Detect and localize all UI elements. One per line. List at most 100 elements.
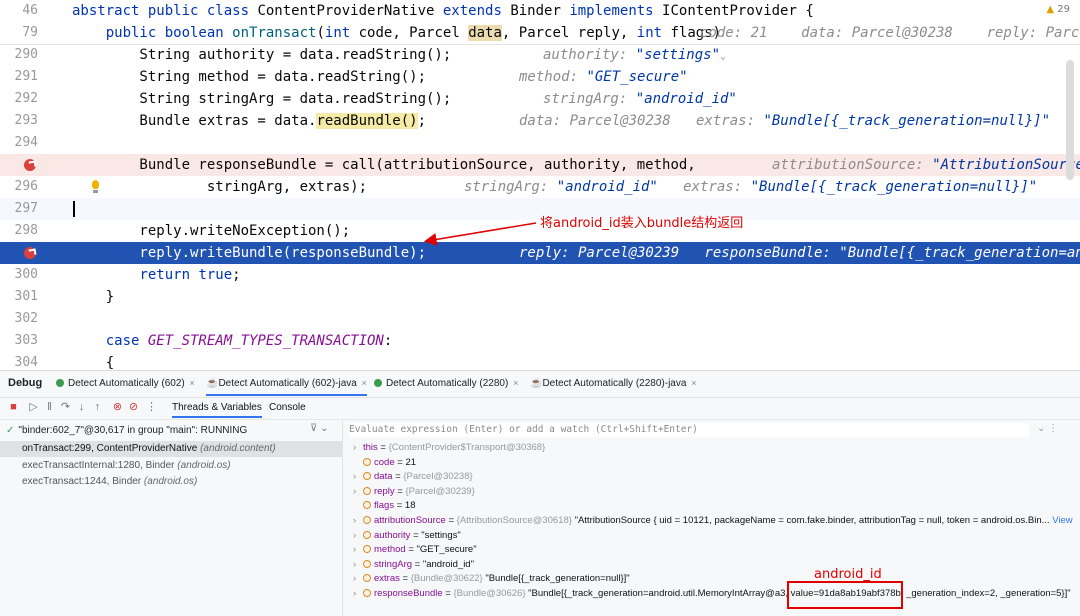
variable-row[interactable]: flags = 18: [353, 499, 415, 513]
parameter-icon: [363, 472, 371, 481]
variable-row[interactable]: code = 21: [353, 456, 416, 470]
line-number: 303: [14, 333, 38, 348]
code-text[interactable]: Bundle responseBundle = call(attribution…: [72, 154, 695, 176]
tab-console[interactable]: Console: [269, 402, 306, 413]
inline-debug-hint: code: 21 data: Parcel@30238 reply: Parce…: [700, 25, 1080, 41]
threads-panel: ✓ "binder:602_7"@30,617 in group "main": …: [0, 419, 343, 616]
variable-row[interactable]: › extras = {Bundle@30622} "Bundle[{_track…: [353, 572, 630, 586]
code-line-row[interactable]: 293 Bundle extras = data.readBundle(); da…: [0, 110, 1080, 132]
code-line-row[interactable]: 296 stringArg, extras); stringArg: "andro…: [0, 176, 1080, 198]
inspection-badge[interactable]: ▲ 29: [1046, 4, 1070, 15]
expand-icon[interactable]: ›: [353, 470, 363, 484]
expand-icon[interactable]: ›: [353, 572, 363, 586]
code-text[interactable]: return true;: [72, 264, 240, 286]
line-number: 298: [14, 223, 38, 238]
step-out-icon[interactable]: ↑: [92, 402, 103, 413]
expand-icon[interactable]: ›: [353, 529, 363, 543]
code-text[interactable]: stringArg, extras);: [72, 176, 367, 198]
inline-debug-hint: reply: Parcel@30239 responseBundle: "Bun…: [519, 245, 1080, 261]
expand-icon[interactable]: ›: [353, 514, 363, 528]
java-icon: ☕: [530, 378, 543, 389]
code-text[interactable]: case GET_STREAM_TYPES_TRANSACTION:: [72, 330, 393, 352]
frame-item[interactable]: execTransactInternal:1280, Binder (andro…: [0, 458, 342, 474]
code-text[interactable]: String method = data.readString();: [72, 66, 426, 88]
code-line-row[interactable]: reply.writeBundle(responseBundle); reply:…: [0, 242, 1080, 264]
code-text[interactable]: {: [72, 352, 114, 370]
expand-icon[interactable]: ›: [353, 441, 363, 455]
close-icon[interactable]: ×: [513, 378, 518, 388]
variable-row[interactable]: › responseBundle = {Bundle@30626} "Bundle…: [353, 587, 1071, 601]
tab-detect-2280-java[interactable]: ☕Detect Automatically (2280)-java ×: [530, 378, 696, 389]
variable-row[interactable]: › attributionSource = {AttributionSource@…: [353, 514, 1073, 528]
code-line-row[interactable]: 301 }: [0, 286, 1080, 308]
parameter-icon: [363, 574, 371, 583]
debug-toolbar: ■ ▷ ‖ ↷ ↓ ↑ ⊗ ⊘ ⋮ Threads & Variables Co…: [0, 397, 1080, 420]
vertical-scrollbar[interactable]: [1066, 60, 1074, 180]
code-text[interactable]: reply.writeBundle(responseBundle);: [72, 242, 426, 264]
code-line-row[interactable]: 291 String method = data.readString(); me…: [0, 66, 1080, 88]
debug-title: Debug: [8, 377, 43, 389]
code-text[interactable]: }: [72, 286, 114, 308]
variable-row[interactable]: › this = {ContentProvider$Transport@30368…: [353, 441, 545, 455]
tab-detect-2280[interactable]: Detect Automatically (2280) ×: [374, 378, 518, 389]
step-over-icon[interactable]: ↷: [60, 402, 71, 413]
warning-icon: ▲: [1046, 4, 1055, 15]
code-text[interactable]: Bundle extras = data.readBundle();: [72, 110, 426, 132]
sticky-line-class[interactable]: 46 abstract public class ContentProvider…: [0, 0, 1080, 22]
line-number: 301: [14, 289, 38, 304]
stop-icon[interactable]: ■: [8, 402, 19, 413]
expand-icon[interactable]: ›: [353, 543, 363, 557]
code-text[interactable]: reply.writeNoException();: [72, 220, 350, 242]
variable-row[interactable]: › method = "GET_secure": [353, 543, 477, 557]
step-into-icon[interactable]: ↓: [76, 402, 87, 413]
filter-icon[interactable]: ⊽ ⌄: [310, 423, 328, 434]
parameter-icon: [363, 486, 371, 495]
breakpoint-icon[interactable]: [24, 159, 36, 171]
code-line-row[interactable]: Bundle responseBundle = call(attribution…: [0, 154, 1080, 176]
code-line-row[interactable]: 290 String authority = data.readString()…: [0, 44, 1080, 66]
resume-icon[interactable]: ▷: [28, 402, 39, 413]
code-text[interactable]: String authority = data.readString();: [72, 44, 451, 66]
close-icon[interactable]: ×: [190, 378, 195, 388]
close-icon[interactable]: ×: [362, 378, 367, 388]
pause-icon[interactable]: ‖: [44, 402, 55, 413]
mute-breakpoints-icon[interactable]: ⊘: [128, 402, 139, 413]
variable-row[interactable]: › stringArg = "android_id": [353, 558, 474, 572]
variable-row[interactable]: › data = {Parcel@30238}: [353, 470, 473, 484]
sticky-line-method[interactable]: 79 public boolean onTransact(int code, P…: [0, 22, 1080, 44]
code-editor[interactable]: 46 abstract public class ContentProvider…: [0, 0, 1080, 370]
line-number: 294: [14, 135, 38, 150]
tab-threads-variables[interactable]: Threads & Variables: [172, 402, 262, 418]
expand-icon[interactable]: ›: [353, 485, 363, 499]
code-line[interactable]: public boolean onTransact(int code, Parc…: [72, 22, 721, 44]
frame-item[interactable]: onTransact:299, ContentProviderNative (a…: [0, 441, 342, 457]
tab-detect-602[interactable]: Detect Automatically (602) ×: [56, 378, 195, 389]
line-number: 302: [14, 311, 38, 326]
breakpoint-icon[interactable]: [24, 247, 36, 259]
code-line-row[interactable]: 294: [0, 132, 1080, 154]
thread-selector[interactable]: ✓ "binder:602_7"@30,617 in group "main": …: [6, 423, 336, 439]
inline-debug-hint: method: "GET_secure": [519, 69, 688, 85]
code-line-row[interactable]: 302: [0, 308, 1080, 330]
line-number: 46: [22, 3, 38, 18]
eval-options-icon[interactable]: ⌄ ⋮: [1037, 423, 1058, 434]
view-breakpoints-icon[interactable]: ⊗: [112, 402, 123, 413]
code-line-row[interactable]: 292 String stringArg = data.readString()…: [0, 88, 1080, 110]
more-icon[interactable]: ⋮: [146, 402, 157, 413]
code-line[interactable]: abstract public class ContentProviderNat…: [72, 0, 814, 22]
code-line-row[interactable]: 303 case GET_STREAM_TYPES_TRANSACTION:: [0, 330, 1080, 352]
view-link[interactable]: View: [1052, 515, 1072, 526]
code-line-row[interactable]: 304 {: [0, 352, 1080, 370]
frame-item[interactable]: execTransact:1244, Binder (android.os): [0, 474, 342, 490]
expand-icon[interactable]: ›: [353, 558, 363, 572]
parameter-icon: [363, 501, 371, 510]
evaluate-expression-input[interactable]: Evaluate expression (Enter) or add a wat…: [349, 423, 1029, 437]
expand-icon[interactable]: ›: [353, 587, 363, 601]
line-number: 291: [14, 69, 38, 84]
tab-detect-602-java[interactable]: ☕Detect Automatically (602)-java ×: [206, 378, 367, 396]
code-line-row[interactable]: 300 return true;: [0, 264, 1080, 286]
close-icon[interactable]: ×: [691, 378, 696, 388]
code-text[interactable]: String stringArg = data.readString();: [72, 88, 451, 110]
variable-row[interactable]: › reply = {Parcel@30239}: [353, 485, 475, 499]
variable-row[interactable]: › authority = "settings": [353, 529, 461, 543]
